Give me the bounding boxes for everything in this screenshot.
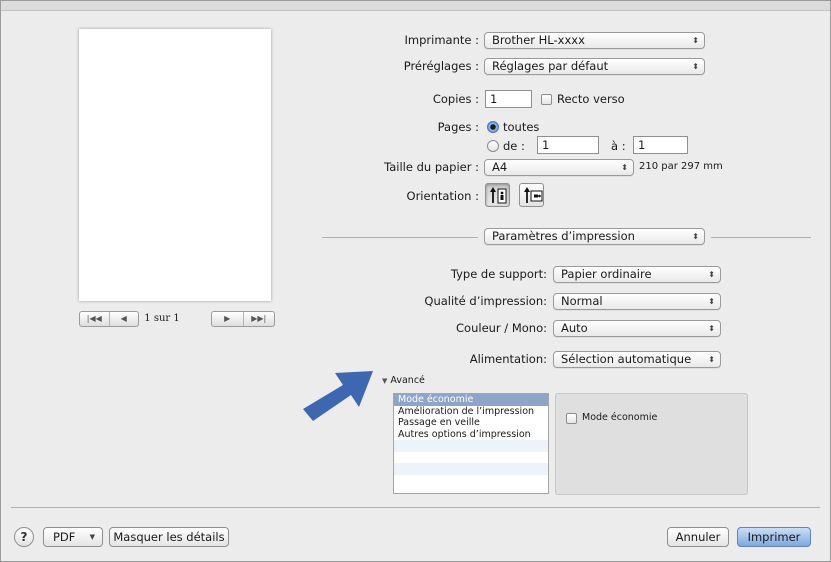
popup-arrows-icon: ⬍ (708, 297, 715, 306)
section-divider-right (711, 237, 811, 238)
printer-value: Brother HL-xxxx (492, 33, 585, 47)
paper-size-value: A4 (492, 160, 508, 174)
pages-to-input[interactable]: 1 (633, 136, 688, 154)
paper-source-value: Sélection automatique (561, 352, 692, 366)
paper-source-popup[interactable]: Sélection automatique ⬍ (553, 351, 721, 368)
advanced-disclosure[interactable]: ▼ Avancé (382, 373, 425, 389)
paper-size-label: Taille du papier : (384, 160, 479, 174)
pages-to-label: à : (611, 139, 626, 153)
pages-all-radio[interactable] (487, 121, 499, 133)
landscape-orientation-button[interactable] (519, 183, 544, 207)
advanced-label: Avancé (390, 375, 425, 386)
section-value: Paramètres d’impression (492, 229, 635, 243)
section-divider-left (322, 237, 478, 238)
prev-page-icon[interactable]: ◀ (108, 312, 139, 326)
list-item[interactable]: Passage en veille (394, 417, 548, 429)
duplex-label: Recto verso (557, 92, 625, 106)
pages-from-label: de : (503, 139, 525, 153)
list-item-empty (394, 440, 548, 452)
print-button[interactable]: Imprimer (737, 527, 811, 547)
paper-size-popup[interactable]: A4 ⬍ (484, 159, 634, 176)
list-item[interactable]: Autres options d’impression (394, 429, 548, 441)
presets-popup[interactable]: Réglages par défaut ⬍ (484, 58, 705, 75)
popup-arrows-icon: ⬍ (621, 163, 628, 172)
popup-arrows-icon: ⬍ (692, 62, 699, 71)
eco-mode-checkbox[interactable] (566, 413, 577, 424)
list-item[interactable]: Mode économie (394, 394, 548, 406)
copies-label: Copies : (432, 92, 479, 106)
print-quality-label: Qualité d’impression: (424, 294, 547, 308)
media-type-popup[interactable]: Papier ordinaire ⬍ (553, 266, 721, 283)
paper-source-label: Alimentation: (469, 352, 547, 366)
cancel-button[interactable]: Annuler (667, 527, 729, 547)
help-button[interactable]: ? (14, 527, 34, 547)
print-quality-value: Normal (561, 294, 603, 308)
advanced-options-list[interactable]: Mode économie Amélioration de l’impressi… (393, 393, 549, 494)
printer-popup[interactable]: Brother HL-xxxx ⬍ (484, 32, 705, 49)
popup-arrows-icon: ⬍ (692, 36, 699, 45)
dialog-title-bar (1, 1, 830, 11)
section-popup[interactable]: Paramètres d’impression ⬍ (484, 228, 705, 245)
chevron-down-icon: ▼ (89, 533, 95, 541)
page-nav-back: |◀◀ ◀ (79, 311, 139, 327)
orientation-label: Orientation : (406, 189, 479, 203)
eco-mode-label: Mode économie (582, 412, 658, 423)
page-counter: 1 sur 1 (144, 313, 180, 324)
color-mono-label: Couleur / Mono: (456, 321, 547, 335)
list-item-empty (394, 452, 548, 464)
color-mono-popup[interactable]: Auto ⬍ (553, 320, 721, 337)
landscape-icon (524, 187, 543, 203)
list-item[interactable]: Amélioration de l’impression (394, 406, 548, 418)
portrait-orientation-button[interactable] (485, 183, 510, 207)
next-page-icon[interactable]: ▶ (212, 312, 243, 326)
advanced-option-panel: Mode économie (555, 393, 748, 495)
page-nav-forward: ▶ ▶▶| (211, 311, 275, 327)
disclosure-triangle-icon: ▼ (382, 377, 388, 385)
presets-label: Préréglages : (403, 59, 479, 73)
pdf-menu-button[interactable]: PDF ▼ (43, 527, 103, 547)
popup-arrows-icon: ⬍ (708, 355, 715, 364)
pages-from-input[interactable]: 1 (537, 136, 599, 154)
last-page-icon[interactable]: ▶▶| (242, 312, 275, 326)
popup-arrows-icon: ⬍ (692, 232, 699, 241)
popup-arrows-icon: ⬍ (708, 324, 715, 333)
printer-label: Imprimante : (404, 33, 479, 47)
duplex-checkbox[interactable] (541, 94, 552, 105)
list-item-empty (394, 463, 548, 475)
first-page-icon[interactable]: |◀◀ (80, 312, 109, 326)
pages-all-label: toutes (503, 120, 540, 134)
footer-divider (11, 507, 820, 508)
print-dialog: |◀◀ ◀ 1 sur 1 ▶ ▶▶| Imprimante : Brother… (0, 0, 831, 562)
copies-input[interactable]: 1 (485, 90, 532, 108)
hide-details-button[interactable]: Masquer les détails (109, 527, 229, 547)
media-type-value: Papier ordinaire (561, 267, 652, 281)
pages-label: Pages : (437, 120, 479, 134)
pdf-label: PDF (53, 530, 76, 544)
annotation-arrow-icon (303, 371, 373, 421)
page-preview (79, 29, 271, 301)
portrait-icon (490, 187, 507, 204)
popup-arrows-icon: ⬍ (708, 270, 715, 279)
color-mono-value: Auto (561, 321, 588, 335)
print-quality-popup[interactable]: Normal ⬍ (553, 293, 721, 310)
media-type-label: Type de support: (450, 267, 547, 281)
paper-dimensions: 210 par 297 mm (639, 161, 723, 172)
presets-value: Réglages par défaut (492, 59, 609, 73)
pages-range-radio[interactable] (487, 140, 499, 152)
list-item-empty (394, 475, 548, 487)
